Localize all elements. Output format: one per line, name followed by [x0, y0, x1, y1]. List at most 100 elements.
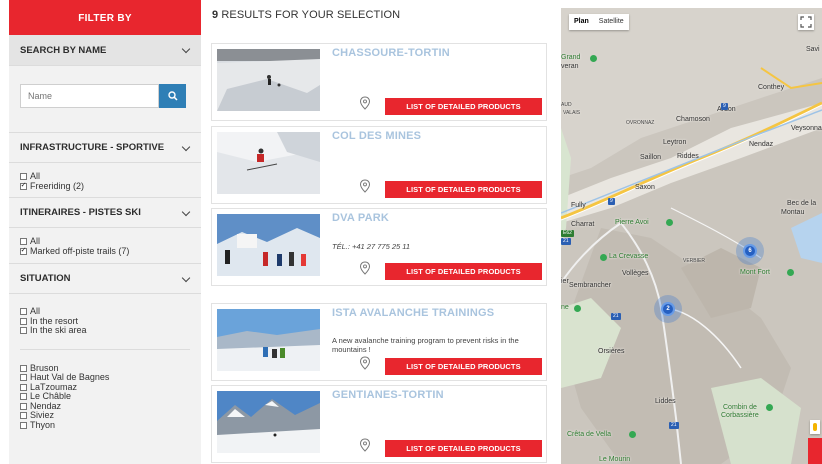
- checkbox[interactable]: [20, 364, 27, 372]
- map-label: Riddes: [677, 153, 699, 160]
- result-name[interactable]: DVA PARK: [332, 212, 389, 224]
- itineraries-options: All ✓ Marked off-piste trails (7): [9, 236, 201, 257]
- checkbox[interactable]: [20, 412, 27, 420]
- result-description: A new avalanche training program to prev…: [332, 336, 519, 354]
- search-by-name-toggle[interactable]: SEARCH BY NAME: [9, 35, 201, 66]
- map-view[interactable]: Plan Satellite Grand veran Savi Conthey …: [561, 8, 822, 464]
- result-name[interactable]: GENTIANES-TORTIN: [332, 389, 444, 401]
- fullscreen-button[interactable]: [798, 14, 814, 30]
- search-input[interactable]: [20, 84, 159, 108]
- checkbox[interactable]: [20, 383, 27, 391]
- checkbox[interactable]: [20, 173, 27, 181]
- ski-photo-image: [217, 391, 320, 453]
- map-label: ier: [561, 278, 569, 285]
- result-card: GENTIANES-TORTIN LIST OF DETAILED PRODUC…: [211, 385, 547, 463]
- checkbox[interactable]: [20, 317, 27, 325]
- checkbox-item[interactable]: In the ski area: [20, 325, 190, 336]
- result-name[interactable]: CHASSOURE-TORTIN: [332, 47, 450, 59]
- result-thumbnail[interactable]: [217, 309, 320, 371]
- detailed-products-button[interactable]: LIST OF DETAILED PRODUCTS: [385, 263, 542, 280]
- poi-marker-icon: [574, 305, 581, 312]
- road-shield: 21: [611, 313, 621, 320]
- map-cluster-marker[interactable]: 2: [654, 295, 682, 323]
- map-label: veran: [561, 63, 579, 70]
- location-pin-icon[interactable]: [359, 438, 371, 452]
- map-type-plan[interactable]: Plan: [569, 14, 594, 30]
- location-pin-icon[interactable]: [359, 261, 371, 275]
- poi-marker-icon: [629, 431, 636, 438]
- infrastructure-toggle[interactable]: INFRASTRUCTURE - SPORTIVE: [9, 132, 201, 163]
- result-phone[interactable]: TÉL.: +41 27 775 25 11: [332, 242, 410, 251]
- ski-photo-image: [217, 49, 320, 111]
- place-options: Bruson Haut Val de Bagnes LaTzoumaz Le C…: [9, 363, 201, 431]
- situation-toggle[interactable]: SITUATION: [9, 263, 201, 294]
- result-thumbnail[interactable]: [217, 49, 320, 111]
- checkbox[interactable]: [20, 327, 27, 335]
- checkbox[interactable]: [20, 393, 27, 401]
- poi-marker-icon: [600, 254, 607, 261]
- results-label: RESULTS FOR YOUR SELECTION: [218, 9, 401, 21]
- result-thumbnail[interactable]: [217, 214, 320, 276]
- result-thumbnail[interactable]: [217, 132, 320, 194]
- results-title: 9 RESULTS FOR YOUR SELECTION: [212, 9, 400, 21]
- map-label: Leytron: [663, 139, 687, 146]
- situation-title: SITUATION: [20, 273, 71, 284]
- situation-options: All In the resort In the ski area: [9, 306, 201, 336]
- map-label: Le Mourin: [599, 456, 631, 463]
- map-label: Charrat: [571, 221, 595, 228]
- checkbox-checked[interactable]: ✓: [20, 182, 27, 190]
- map-label: OVRONNAZ: [626, 120, 655, 126]
- location-pin-icon[interactable]: [359, 96, 371, 110]
- itineraries-toggle[interactable]: ITINERAIRES - PISTES SKI: [9, 197, 201, 228]
- checkbox[interactable]: [20, 402, 27, 410]
- search-button[interactable]: [159, 84, 186, 108]
- checkbox-item[interactable]: ✓ Marked off-piste trails (7): [20, 246, 190, 257]
- detailed-products-button[interactable]: LIST OF DETAILED PRODUCTS: [385, 98, 542, 115]
- result-card: ISTA AVALANCHE TRAININGS A new avalanche…: [211, 303, 547, 381]
- result-name[interactable]: COL DES MINES: [332, 130, 421, 142]
- checkbox[interactable]: [20, 374, 27, 382]
- map-label: Corbassière: [721, 412, 759, 419]
- result-name[interactable]: ISTA AVALANCHE TRAININGS: [332, 307, 494, 319]
- checkbox[interactable]: [20, 308, 27, 316]
- map-label: VERBIER: [683, 258, 705, 264]
- map-label: Sembrancher: [569, 282, 612, 289]
- infrastructure-title: INFRASTRUCTURE - SPORTIVE: [20, 142, 165, 153]
- ski-photo-image: [217, 132, 320, 194]
- map-label: La Crevasse: [609, 253, 649, 260]
- map-label: VALAIS: [563, 110, 581, 116]
- map-label: Pierre Avoi: [615, 219, 649, 226]
- road-shield: 9: [608, 198, 615, 205]
- checkbox[interactable]: [20, 421, 27, 429]
- map-label: Conthey: [758, 84, 785, 91]
- location-pin-icon[interactable]: [359, 179, 371, 193]
- map-label: Orsières: [598, 348, 625, 355]
- checkbox[interactable]: [20, 238, 27, 246]
- location-pin-icon[interactable]: [359, 356, 371, 370]
- street-view-pegman-icon[interactable]: [810, 420, 820, 434]
- map-label: Vollèges: [622, 270, 649, 277]
- chevron-down-icon: [182, 46, 190, 54]
- road-shield: E62: [561, 230, 574, 237]
- map-cluster-marker[interactable]: 6: [736, 237, 764, 265]
- map-label: Nendaz: [749, 141, 774, 148]
- checkbox-checked[interactable]: ✓: [20, 247, 27, 255]
- map-type-satellite[interactable]: Satellite: [594, 14, 629, 30]
- detailed-products-button[interactable]: LIST OF DETAILED PRODUCTS: [385, 358, 542, 375]
- poi-marker-icon: [787, 269, 794, 276]
- chevron-down-icon: [182, 144, 190, 152]
- map-label: Veysonna: [791, 125, 822, 132]
- map-label: Saxon: [635, 184, 655, 191]
- poi-marker-icon: [666, 219, 673, 226]
- detailed-products-button[interactable]: LIST OF DETAILED PRODUCTS: [385, 181, 542, 198]
- fullscreen-icon: [800, 16, 812, 28]
- detailed-products-button[interactable]: LIST OF DETAILED PRODUCTS: [385, 440, 542, 457]
- map-label: Montau: [781, 209, 805, 216]
- result-thumbnail[interactable]: [217, 391, 320, 453]
- checkbox-item[interactable]: ✓ Freeriding (2): [20, 181, 190, 192]
- scroll-top-button[interactable]: [808, 438, 822, 464]
- divider: [20, 348, 190, 350]
- checkbox-item[interactable]: Thyon: [20, 420, 190, 431]
- map-label: AUD: [561, 102, 572, 108]
- map-label: Grand: [561, 54, 581, 61]
